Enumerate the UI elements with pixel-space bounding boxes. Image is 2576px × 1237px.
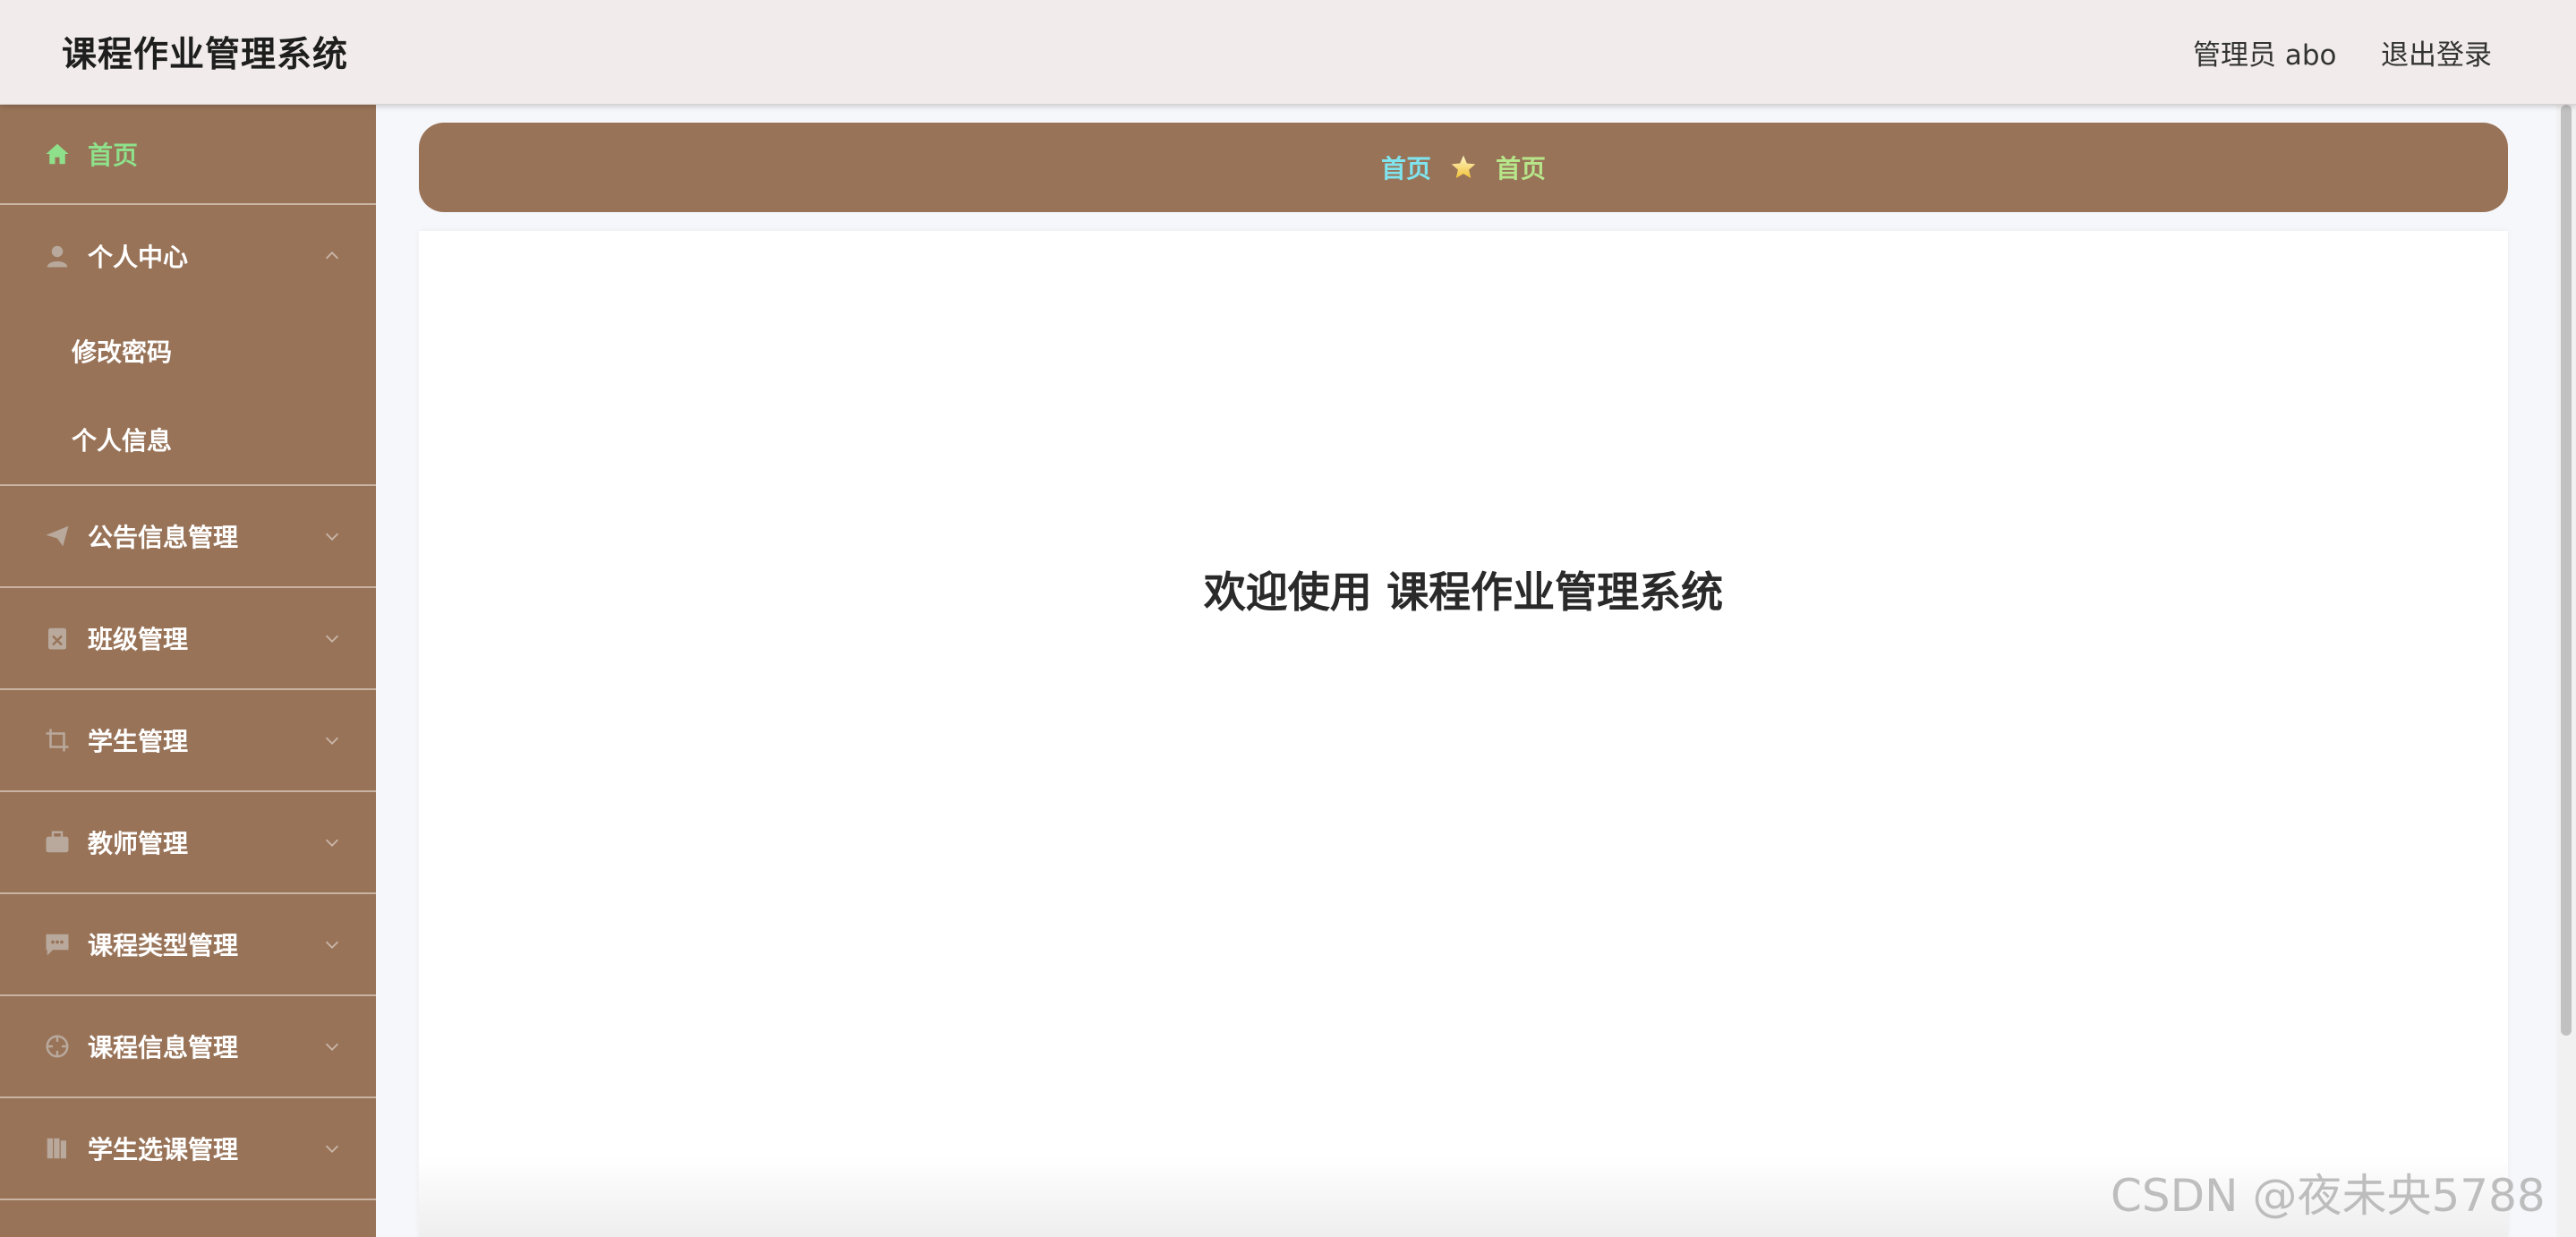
- chevron-up-icon: [322, 246, 342, 266]
- chevron-down-icon: [322, 832, 342, 852]
- sidebar-item-announcements[interactable]: 公告信息管理: [0, 486, 376, 588]
- target-icon: [43, 1032, 72, 1061]
- sidebar-item-label: 班级管理: [88, 625, 189, 654]
- crop-icon: [43, 726, 72, 755]
- sidebar-item-course-selection[interactable]: 学生选课管理: [0, 1098, 376, 1200]
- breadcrumb-item-current: 首页: [1496, 154, 1547, 183]
- top-header: 课程作业管理系统 管理员 abo 退出登录: [0, 0, 2576, 105]
- sidebar-item-students[interactable]: 学生管理: [0, 690, 376, 792]
- home-icon: [43, 140, 72, 168]
- page-scrollbar[interactable]: [2556, 105, 2576, 1237]
- chevron-down-icon: [322, 730, 342, 750]
- user-icon: [43, 242, 72, 270]
- briefcase-icon: [43, 828, 72, 857]
- logout-button[interactable]: 退出登录: [2381, 32, 2492, 73]
- sidebar-group-personal-center: 个人中心 修改密码 个人信息: [0, 205, 376, 486]
- sidebar-item-personal-center[interactable]: 个人中心: [0, 205, 376, 307]
- main-content: 欢迎使用 课程作业管理系统: [419, 231, 2508, 1237]
- welcome-title: 欢迎使用 课程作业管理系统: [1203, 568, 1724, 618]
- watermark: CSDN @夜未央5788: [2111, 1170, 2546, 1222]
- chevron-down-icon: [322, 1139, 342, 1158]
- sidebar-item-course-info[interactable]: 课程信息管理: [0, 996, 376, 1098]
- send-icon: [43, 522, 72, 550]
- breadcrumb: 首页 首页: [419, 123, 2508, 212]
- sidebar-item-label: 公告信息管理: [88, 523, 239, 552]
- sidebar-item-classes[interactable]: 班级管理: [0, 588, 376, 690]
- sidebar-item-home[interactable]: 首页: [0, 105, 376, 205]
- scrollbar-thumb[interactable]: [2561, 105, 2572, 1036]
- sidebar-item-label: 教师管理: [88, 829, 189, 858]
- current-user-label: 管理员 abo: [2193, 39, 2337, 72]
- clipboard-icon: [43, 624, 72, 653]
- star-icon: [1449, 153, 1478, 182]
- breadcrumb-item-home[interactable]: 首页: [1381, 149, 1431, 185]
- sidebar-item-label: 课程信息管理: [88, 1033, 239, 1062]
- sidebar-item-label: 课程类型管理: [88, 931, 239, 960]
- sidebar-item-label: 学生管理: [88, 727, 189, 756]
- sidebar-item-course-types[interactable]: 课程类型管理: [0, 894, 376, 996]
- sidebar: 首页 个人中心 修改密码 个人信息 公告信息管理 班级管理 学生管理 教师管理 …: [0, 105, 376, 1237]
- chevron-down-icon: [322, 526, 342, 546]
- sidebar-item-label: 学生选课管理: [88, 1135, 239, 1164]
- app-title: 课程作业管理系统: [62, 35, 349, 75]
- sidebar-subitem-personal-info[interactable]: 个人信息: [0, 395, 376, 484]
- sidebar-item-label: 个人中心: [88, 243, 189, 272]
- chevron-down-icon: [322, 934, 342, 954]
- chat-icon: [43, 930, 72, 959]
- book-icon: [43, 1134, 72, 1163]
- sidebar-item-teachers[interactable]: 教师管理: [0, 792, 376, 894]
- chevron-down-icon: [322, 628, 342, 648]
- sidebar-subitem-change-password[interactable]: 修改密码: [0, 307, 376, 395]
- chevron-down-icon: [322, 1037, 342, 1056]
- sidebar-item-label: 首页: [88, 141, 139, 170]
